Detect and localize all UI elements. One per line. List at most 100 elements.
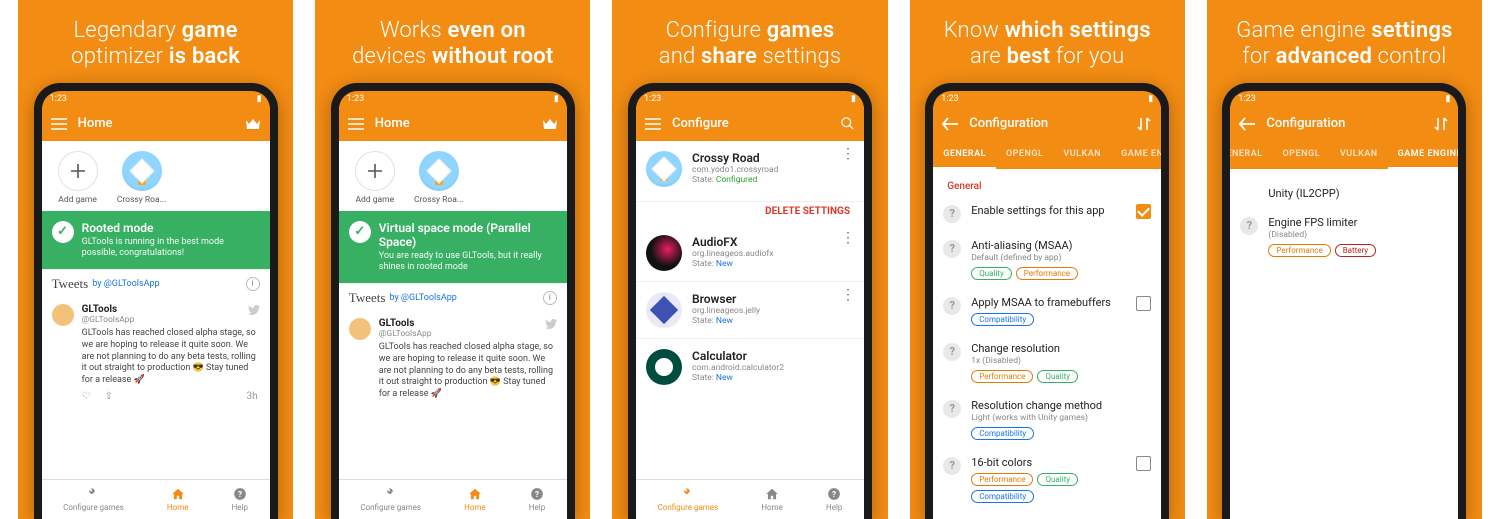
- tab-game-engine[interactable]: GAME ENG: [1111, 141, 1161, 169]
- phone-frame: 1:23 ▮ Home: [34, 83, 278, 519]
- sort-icon[interactable]: [1135, 115, 1153, 133]
- screen: Home Add game Crossy Roa...: [42, 107, 270, 519]
- app-title: Home: [375, 116, 410, 131]
- tweets-by-link[interactable]: by @GLToolsApp: [389, 293, 456, 303]
- app-row-browser[interactable]: Browser org.lineageos.jelly State: New ⋮: [636, 282, 864, 339]
- nav-help[interactable]: ? Help: [232, 487, 248, 512]
- mode-banner: ✓ Rooted mode GLTools is running in the …: [42, 211, 270, 270]
- info-icon[interactable]: i: [543, 291, 557, 305]
- app-row-audiofx[interactable]: AudioFX org.lineageos.audiofx State: New…: [636, 225, 864, 282]
- row-res-method[interactable]: ? Resolution change method Light (works …: [933, 391, 1161, 448]
- banner-subtitle: GLTools is running in the best mode poss…: [82, 237, 260, 260]
- phone-frame: 1:23▮ Home Add game: [331, 83, 575, 519]
- nav-configure[interactable]: Configure games: [360, 487, 421, 512]
- row-16bit[interactable]: ? 16-bit colors PerformanceQualityCompat…: [933, 448, 1161, 511]
- hamburger-icon[interactable]: [50, 115, 68, 133]
- svg-text:?: ?: [238, 489, 242, 499]
- help-icon[interactable]: ?: [943, 205, 961, 223]
- mode-banner: ✓ Virtual space mode (Parallel Space) Yo…: [339, 211, 567, 284]
- chicken-icon: [122, 151, 162, 191]
- tab-opengl[interactable]: OPENGL: [996, 141, 1053, 169]
- banner-title: Virtual space mode (Parallel Space): [379, 221, 557, 249]
- sort-icon[interactable]: [1432, 115, 1450, 133]
- nav-configure[interactable]: Configure games: [63, 487, 124, 512]
- avatar: [349, 318, 371, 340]
- tab-general[interactable]: GENERAL: [933, 141, 996, 169]
- row-enable[interactable]: ? Enable settings for this app: [933, 196, 1161, 231]
- tweet[interactable]: GLTools @GLToolsApp GLTools has reached …: [42, 298, 270, 390]
- checkbox-msaa-fb[interactable]: [1136, 296, 1151, 311]
- tab-opengl[interactable]: OPENGL: [1273, 141, 1330, 169]
- tab-vulkan[interactable]: VULKAN: [1053, 141, 1111, 169]
- app-row-crossy[interactable]: Crossy Road com.yodo1.crossyroad State: …: [636, 141, 864, 202]
- game-chip-crossy[interactable]: Crossy Roa...: [413, 151, 465, 205]
- tagline-5: Game engine settings for advanced contro…: [1226, 0, 1462, 83]
- phone-frame: 1:23▮ Configuration ENERAL OPENGL VULKAN…: [1222, 83, 1466, 519]
- bottom-nav: Configure games Home ? Help: [42, 479, 270, 519]
- tab-game-engine[interactable]: GAME ENGINE: [1388, 141, 1459, 169]
- game-chip-crossy[interactable]: Crossy Roa...: [116, 151, 168, 205]
- help-icon[interactable]: ?: [943, 400, 961, 418]
- crown-icon[interactable]: [541, 115, 559, 133]
- app-icon: [646, 235, 682, 271]
- app-bar: Home: [42, 107, 270, 141]
- row-fps-limiter[interactable]: ? Engine FPS limiter (Disabled) Performa…: [1230, 208, 1458, 265]
- app-title: Configuration: [1266, 116, 1345, 131]
- info-icon[interactable]: i: [246, 277, 260, 291]
- tweets-by-link[interactable]: by @GLToolsApp: [92, 279, 159, 289]
- add-game-chip[interactable]: Add game: [52, 151, 104, 205]
- tab-vulkan[interactable]: VULKAN: [1330, 141, 1388, 169]
- checkbox-enable[interactable]: [1136, 204, 1151, 219]
- slide-3: Configure games and share settings 1:23▮…: [612, 0, 887, 519]
- tweet[interactable]: GLTools @GLToolsApp GLTools has reached …: [339, 312, 567, 404]
- tweet-author: GLTools: [82, 304, 118, 315]
- more-icon[interactable]: ⋮: [841, 292, 854, 298]
- row-msaa-fb[interactable]: ? Apply MSAA to framebuffers Compatibili…: [933, 288, 1161, 334]
- nav-home[interactable]: Home: [761, 487, 783, 512]
- nav-configure[interactable]: Configure games: [658, 487, 719, 512]
- help-icon[interactable]: ?: [943, 240, 961, 258]
- check-icon: ✓: [349, 221, 371, 243]
- app-row-calculator[interactable]: Calculator com.android.calculator2 State…: [636, 339, 864, 395]
- more-icon[interactable]: ⋮: [841, 235, 854, 241]
- app-title: Configuration: [969, 116, 1048, 131]
- nav-home[interactable]: Home: [464, 487, 486, 512]
- tweet-handle: @GLToolsApp: [82, 315, 260, 325]
- svg-text:?: ?: [535, 489, 539, 499]
- crown-icon[interactable]: [244, 115, 262, 133]
- slide-4: Know which settings are best for you 1:2…: [910, 0, 1185, 519]
- hamburger-icon[interactable]: [347, 115, 365, 133]
- row-msaa[interactable]: ? Anti-aliasing (MSAA) Default (defined …: [933, 231, 1161, 288]
- delete-settings-button[interactable]: DELETE SETTINGS: [636, 202, 864, 225]
- nav-home[interactable]: Home: [167, 487, 189, 512]
- check-icon: ✓: [52, 221, 74, 243]
- back-icon[interactable]: [941, 115, 959, 133]
- like-icon[interactable]: ♡: [82, 391, 91, 402]
- hamburger-icon[interactable]: [644, 115, 662, 133]
- help-icon[interactable]: ?: [943, 297, 961, 315]
- tab-general[interactable]: ENERAL: [1230, 141, 1272, 169]
- add-game-chip[interactable]: Add game: [349, 151, 401, 205]
- help-icon[interactable]: ?: [943, 343, 961, 361]
- tabs: ENERAL OPENGL VULKAN GAME ENGINE: [1230, 141, 1458, 169]
- checkbox-16bit[interactable]: [1136, 456, 1151, 471]
- help-icon[interactable]: ?: [943, 457, 961, 475]
- more-icon[interactable]: ⋮: [841, 151, 854, 157]
- avatar: [52, 304, 74, 326]
- back-icon[interactable]: [1238, 115, 1256, 133]
- tweet-body: GLTools has reached closed alpha stage, …: [82, 328, 260, 386]
- svg-text:?: ?: [832, 489, 836, 499]
- chicken-icon: [419, 151, 459, 191]
- phone-frame: 1:23▮ Configuration GENERAL OPENGL VULKA…: [925, 83, 1169, 519]
- twitter-icon: [248, 305, 260, 315]
- add-game-label: Add game: [58, 195, 97, 205]
- help-icon[interactable]: ?: [1240, 217, 1258, 235]
- nav-help[interactable]: ?Help: [826, 487, 842, 512]
- tweet-actions: ♡ ⇪ 3h: [42, 391, 270, 406]
- app-icon: [646, 292, 682, 328]
- nav-help[interactable]: ?Help: [529, 487, 545, 512]
- row-resolution[interactable]: ? Change resolution 1x (Disabled) Perfor…: [933, 334, 1161, 391]
- search-icon[interactable]: [838, 115, 856, 133]
- tweet-timestamp: 3h: [246, 391, 257, 402]
- share-icon[interactable]: ⇪: [105, 391, 113, 402]
